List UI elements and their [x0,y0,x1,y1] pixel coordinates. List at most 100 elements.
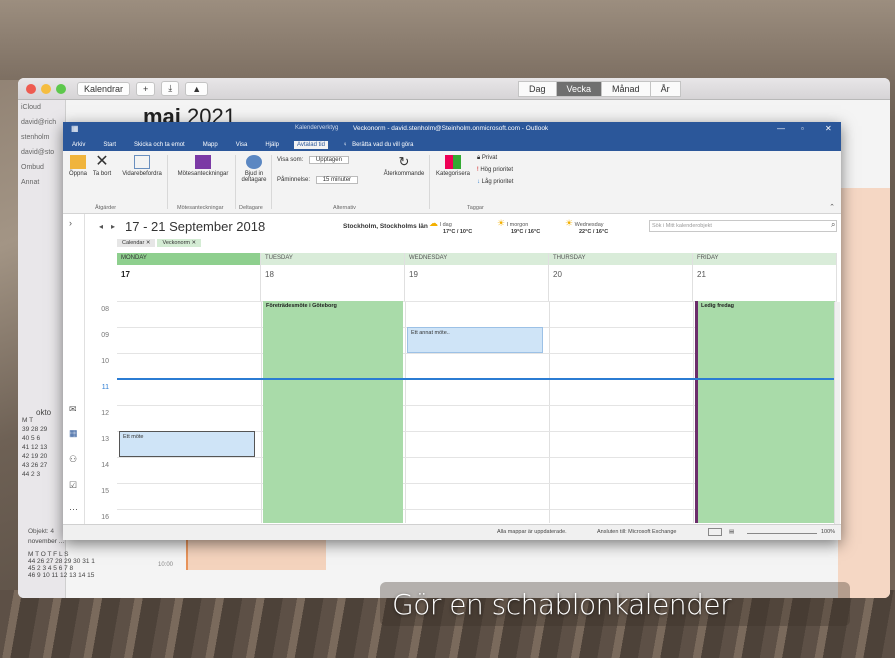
alert-icon[interactable]: ▲ [185,81,209,96]
day-header-tuesday[interactable]: TUESDAY 18 [261,253,405,301]
close-dot-icon[interactable] [26,83,36,94]
invite-button[interactable]: Bjud in deltagare [239,155,269,183]
tell-me-input[interactable]: ♀ Berätta vad du vill göra [340,141,432,149]
divider [167,155,168,209]
event-ett-mote[interactable]: Ett möte [119,431,255,457]
meeting-notes-button[interactable]: Mötesanteckningar [173,155,233,177]
calendar-chip[interactable]: Calendar ✕ [117,239,156,247]
ribbon-tabs: Arkiv Start Skicka och ta emot Mapp Visa… [63,138,841,151]
next-week-icon[interactable]: ▸ [111,222,115,231]
restore-icon[interactable]: ▫ [801,124,804,133]
zoom-slider[interactable] [747,533,817,534]
calendar-header: ◂ ▸ 17 - 21 September 2018 Stockholm, St… [85,214,841,248]
reminder-control[interactable]: Påminnelse: 15 minuter [277,176,359,184]
categorize-icon [445,155,461,169]
high-priority-label: Hög prioritet [480,167,514,173]
view-month[interactable]: Månad [601,81,651,97]
close-icon[interactable]: ✕ [825,124,832,133]
delete-button[interactable]: ✕ Ta bort [91,154,113,178]
sidebar-item[interactable]: david@sto [18,145,65,160]
collapse-ribbon-icon[interactable]: ⌃ [829,203,835,211]
view-day[interactable]: Dag [518,81,557,97]
photo-top [0,0,895,80]
zoom-dot-icon[interactable] [56,83,66,94]
ribbon: Öppna ✕ Ta bort Vidarebefordra Åtgärder … [63,151,841,214]
view-year[interactable]: År [649,81,681,97]
mini-cal2-row[interactable]: 46 9 10 11 12 13 14 15 [28,572,95,579]
show-as-control[interactable]: Visa som: Upptagen [277,156,349,164]
day-header-wednesday[interactable]: WEDNESDAY 19 [405,253,549,301]
tab-visa[interactable]: Visa [233,141,251,149]
reminder-label: Påminnelse: [277,177,311,183]
weather-day: I morgon [506,222,529,228]
date-range: 17 - 21 September 2018 [125,219,266,234]
tab-mapp[interactable]: Mapp [200,141,221,149]
calendar-icon[interactable]: ▦ [69,428,78,439]
day-name: THURSDAY [549,253,692,265]
sidebar-item[interactable]: stenholm [18,130,65,145]
hour-label: 08 [101,306,109,313]
forward-button[interactable]: Vidarebefordra [117,155,167,177]
share-icon[interactable]: ⤓ [161,81,180,96]
calendars-button[interactable]: Kalendrar [77,81,131,96]
mini-cal2-weekdays: M T O T F L S [28,551,69,558]
view-week[interactable]: Vecka [555,81,603,97]
private-button[interactable]: 🔒︎ Privat [477,155,497,162]
event-ledig-fredag[interactable]: Ledig fredag [695,301,835,523]
vertical-scrollbar[interactable] [834,302,840,524]
more-icon[interactable]: ⋯ [69,504,78,515]
tab-hjalp[interactable]: Hjälp [262,141,282,149]
day-header-thursday[interactable]: THURSDAY 20 [549,253,693,301]
tab-appointment[interactable]: Avtalad tid [294,140,328,149]
recurring-button[interactable]: ↻ Återkommande [379,154,429,178]
high-priority-button[interactable]: ! Hög prioritet [477,167,513,173]
tasks-icon[interactable]: ☑ [69,480,77,491]
add-event-button[interactable]: + [136,81,156,96]
tab-send-receive[interactable]: Skicka och ta emot [131,141,188,149]
sidebar-item[interactable]: david@rich [18,115,65,130]
reminder-select[interactable]: 15 minuter [315,176,359,184]
outlook-titlebar: ▦ Kalenderverktyg Veckonorm - david.sten… [63,122,841,138]
divider [235,155,236,209]
reading-view-icon[interactable]: ▤ [729,529,734,535]
sidebar-item[interactable]: iCloud [18,100,65,115]
categorize-label: Kategorisera [435,171,471,177]
mac-event[interactable] [186,540,326,570]
veckonorm-chip[interactable]: Veckonorm ✕ [157,239,202,247]
day-header-monday[interactable]: MONDAY 17 [117,253,261,301]
event-goteborg[interactable]: Företrädesmöte i Göteborg [263,301,403,523]
minimize-dot-icon[interactable] [41,83,51,94]
window-title: Veckonorm - david.stenholm@Steinholm.onm… [353,125,549,132]
categorize-button[interactable]: Kategorisera [433,155,473,177]
sidebar-item[interactable]: Ombud [18,160,65,175]
week-grid: MONDAY 17 TUESDAY 18 WEDNESDAY 19 THURSD… [117,253,837,523]
show-as-label: Visa som: [277,157,304,163]
hour-label: 16 [101,514,109,521]
minimize-icon[interactable]: — [777,124,785,133]
sidebar-item[interactable]: Annat [18,175,65,190]
mail-icon[interactable]: ✉ [69,404,77,415]
prev-week-icon[interactable]: ◂ [99,222,103,231]
day-header-friday[interactable]: FRIDAY 21 [693,253,837,301]
search-input[interactable]: Sök i Mitt kalenderobjekt [649,220,837,232]
show-as-select[interactable]: Upptagen [308,156,349,164]
weather-temp: 17°C / 10°C [443,229,473,235]
search-icon[interactable]: ⌕ [831,220,835,230]
sun-icon: ☀ [565,218,574,228]
tell-me-label: Berätta vad du vill göra [352,141,414,148]
tab-arkiv[interactable]: Arkiv [69,141,88,149]
weather-today: ☁ I dag 17°C / 10°C [429,218,472,235]
expand-icon[interactable]: › [69,218,72,228]
location-select[interactable]: Stockholm, Stockholms län [343,223,428,230]
mini-cal2-row[interactable]: 44 26 27 28 29 30 31 1 [28,558,95,565]
tab-start[interactable]: Start [100,141,119,149]
view-switcher: Dag Vecka Månad År [518,81,681,97]
event-annat-mote[interactable]: Ett annat möte.. [407,327,543,353]
open-button[interactable]: Öppna [67,155,89,177]
normal-view-icon[interactable] [708,528,722,536]
people-nav-icon[interactable]: ⚇ [69,454,77,465]
mini-cal2-row[interactable]: 45 2 3 4 5 6 7 8 [28,565,95,572]
recurring-icon: ↻ [398,154,410,169]
low-priority-button[interactable]: ↓ Låg prioritet [477,179,513,185]
status-sync: Alla mappar är uppdaterade. [497,529,567,535]
